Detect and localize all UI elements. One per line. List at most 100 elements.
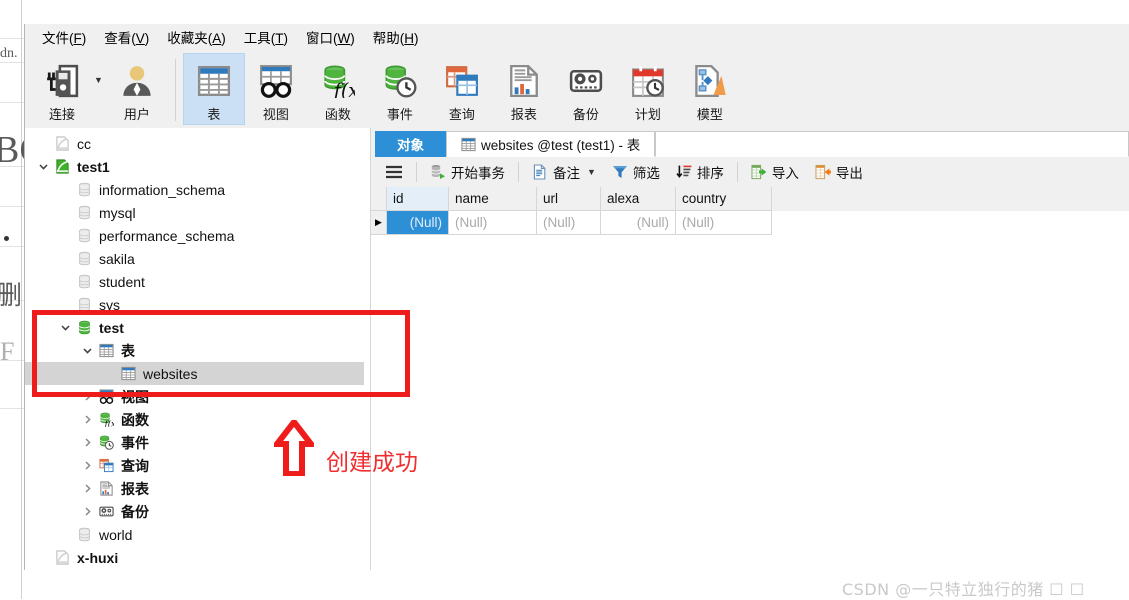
tree-item-mysql[interactable]: mysql [25,201,364,224]
grid-row[interactable]: ▶ (Null) (Null) (Null) (Null) (Null) [371,211,1129,235]
menu-item-mnemonic: W [337,30,351,46]
user-icon [120,60,154,102]
grid-button-label: 备注 [553,166,580,181]
grid-column-header[interactable]: country [676,187,772,211]
chevron-down-icon[interactable] [79,345,95,356]
tree-item-world[interactable]: world [25,523,364,546]
grid-button-filter[interactable]: 筛选 [604,159,668,185]
menu-bar: 文件(F) 查看(V) 收藏夹(A) 工具(T) 窗口(W) 帮助(H) [25,24,1129,49]
tree-item-label: 备份 [121,503,149,520]
grid-cell[interactable]: (Null) [387,211,449,235]
grid-column-header[interactable]: url [537,187,601,211]
tree-item-node15[interactable]: 报表 [25,477,364,500]
toolbar-button-query[interactable]: 查询 [431,53,493,125]
db-gray-icon [73,182,95,197]
chevron-right-icon[interactable] [79,437,95,448]
tree-item-websites[interactable]: websites [25,362,364,385]
tree-item-label: student [99,273,145,290]
tree-item-information_schema[interactable]: information_schema [25,178,364,201]
chevron-right-icon[interactable] [79,391,95,402]
svg-text:f(x): f(x) [103,419,113,427]
watermark: CSDN @一只特立独行的猪 ☐ ☐ [842,580,1085,599]
grid-button-import[interactable]: 导入 [743,159,807,185]
grid-button-note[interactable]: 备注 ▼ [524,159,604,185]
tree-item-label: test1 [77,158,110,175]
svg-text:f(x): f(x) [332,79,355,98]
export-icon [815,164,831,180]
menu-item-label: 窗口 [306,30,334,46]
toolbar-button-function[interactable]: f(x) 函数 [307,53,369,125]
grid-column-header[interactable]: alexa [601,187,676,211]
event-clock-icon [383,60,417,102]
cell-value: (Null) [543,215,576,230]
chevron-right-icon[interactable] [79,414,95,425]
bg-fragment-2: 删 [0,281,23,311]
grid-cell[interactable]: (Null) [676,211,772,235]
menu-item-help[interactable]: 帮助(H) [364,24,428,50]
tab-objects[interactable]: 对象 [375,131,446,157]
object-tree-sidebar[interactable]: cc test1 information_schema mysql perfor… [25,128,364,570]
function-icon: f(x) [95,412,117,427]
tree-item-test1[interactable]: test1 [25,155,364,178]
menu-item-mnemonic: H [404,30,415,46]
table-icon [95,343,117,358]
bg-fragment-3: F [0,337,15,366]
grid-button-caret-note[interactable]: ▼ [587,167,596,177]
grid-cell[interactable]: (Null) [601,211,676,235]
chevron-right-icon[interactable] [79,460,95,471]
toolbar-dropdown-caret-connection[interactable]: ▼ [94,75,103,85]
function-icon: f(x) [321,60,355,102]
grid-button-label: 排序 [696,166,724,181]
grid-button-begin-transaction[interactable]: 开始事务 [422,159,513,185]
tree-item-test[interactable]: test [25,316,364,339]
toolbar-button-schedule[interactable]: 计划 [617,53,679,125]
tree-item-label: test [99,319,124,336]
transaction-icon [430,164,446,180]
tree-item-sakila[interactable]: sakila [25,247,364,270]
tree-item-x-huxi[interactable]: x-huxi [25,546,364,569]
grid-cell[interactable]: (Null) [537,211,601,235]
grid-button-sort[interactable]: 排序 [668,159,732,185]
tree-item-performance_schema[interactable]: performance_schema [25,224,364,247]
tree-item-node9[interactable]: 表 [25,339,364,362]
toolbar-button-table[interactable]: 表 [182,53,245,125]
menu-item-view[interactable]: 查看(V) [95,24,158,50]
chevron-down-icon[interactable] [57,322,73,333]
toolbar-button-connection[interactable]: 连接 [31,53,93,125]
chevron-down-icon[interactable] [35,161,51,172]
toolbar-button-backup[interactable]: 备份 [555,53,617,125]
grid-column-header[interactable]: id [387,187,449,211]
annotation-text: 创建成功 [326,450,418,476]
red-arrow-annotation [274,420,314,476]
calendar-clock-icon [631,60,665,102]
main-panel: 对象 websites @test (test1) - 表 开始事务 备注 ▼ 筛… [371,128,1129,570]
toolbar-button-event[interactable]: 事件 [369,53,431,125]
grid-cell[interactable]: (Null) [449,211,537,235]
hamburger-icon [385,165,403,179]
toolbar-button-report[interactable]: 报表 [493,53,555,125]
menu-item-file[interactable]: 文件(F) [33,24,95,50]
panel-splitter[interactable] [364,128,371,570]
tab-websites-table[interactable]: websites @test (test1) - 表 [446,131,656,157]
toolbar-button-view[interactable]: 视图 [245,53,307,125]
toolbar-button-model[interactable]: 模型 [679,53,741,125]
chevron-right-icon[interactable] [79,506,95,517]
grid-button-menu[interactable] [377,162,411,182]
tree-item-label: cc [77,135,91,152]
grid-column-header[interactable]: name [449,187,537,211]
menu-item-favorites[interactable]: 收藏夹(A) [158,24,235,50]
db-gray-icon [73,251,95,266]
tree-item-sys[interactable]: sys [25,293,364,316]
menu-item-window[interactable]: 窗口(W) [297,24,364,50]
grid-toolbar-separator [518,162,519,182]
grid-button-export[interactable]: 导出 [807,159,871,185]
tree-item-student[interactable]: student [25,270,364,293]
menu-item-tools[interactable]: 工具(T) [235,24,297,50]
data-grid[interactable]: id name url alexa country ▶ (Null) (Null) (Null)… [371,187,1129,570]
tree-item-node11[interactable]: 视图 [25,385,364,408]
chevron-right-icon[interactable] [79,483,95,494]
tree-item-cc[interactable]: cc [25,132,364,155]
tree-item-node16[interactable]: 备份 [25,500,364,523]
toolbar-button-user[interactable]: 用户 [106,53,168,125]
toolbar-button-label: 查询 [448,107,475,122]
